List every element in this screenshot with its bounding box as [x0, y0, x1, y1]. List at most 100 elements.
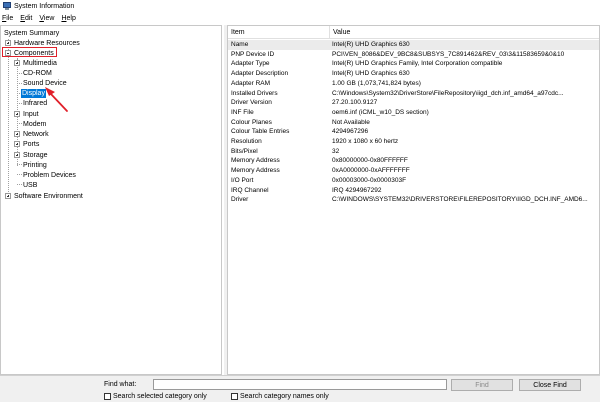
tree-item-ports[interactable]: Ports: [14, 139, 40, 149]
tree-item-problem-devices[interactable]: Problem Devices: [22, 170, 77, 180]
search-names-option[interactable]: Search category names only: [231, 393, 329, 400]
item-cell: Adapter Description: [231, 70, 289, 78]
item-cell: Colour Table Entries: [231, 128, 290, 136]
tree-item-label: Problem Devices: [23, 171, 76, 179]
tree-item-label: Modem: [23, 120, 47, 128]
menu-help[interactable]: Help: [61, 15, 75, 22]
item-cell: I/O Port: [231, 176, 254, 184]
value-cell: 1920 x 1080 x 60 hertz: [332, 138, 399, 145]
tree-item-label: CD-ROM: [23, 69, 52, 77]
tree-item-label: Infrared: [23, 99, 48, 107]
item-cell: Adapter Type: [231, 60, 270, 68]
value-cell: Intel(R) UHD Graphics Family, Intel Corp…: [332, 60, 503, 68]
item-cell: Driver Version: [231, 99, 272, 107]
tree-item-printing[interactable]: Printing: [22, 160, 48, 170]
expand-icon[interactable]: [14, 141, 20, 147]
highlight-box: [2, 47, 57, 57]
tree-connector: [8, 39, 9, 196]
search-selected-checkbox[interactable]: [104, 393, 111, 400]
item-cell: Adapter RAM: [231, 79, 271, 87]
tree-item-infrared[interactable]: Infrared: [22, 98, 48, 108]
tree-item-network[interactable]: Network: [14, 129, 50, 139]
tree-item-label: USB: [23, 181, 38, 189]
search-names-label: Search category names only: [240, 393, 329, 400]
menu-edit[interactable]: Edit: [20, 15, 32, 22]
table-row[interactable]: Memory Address 0xA0000000-0xAFFFFFFF: [228, 166, 599, 176]
tree-item-label: Printing: [23, 161, 47, 169]
value-cell: 0x00003000-0x0000303F: [332, 176, 407, 184]
tree-item-modem[interactable]: Modem: [22, 119, 47, 129]
table-row[interactable]: Installed Drivers C:\Windows\System32\Dri…: [228, 89, 599, 99]
value-cell: C:\Windows\System32\DriverStore\FileRepo…: [332, 89, 564, 97]
value-cell: 32: [332, 147, 340, 155]
tree-item-usb[interactable]: USB: [22, 180, 38, 190]
tree-item-multimedia[interactable]: Multimedia: [14, 58, 58, 68]
tree-item-label: Network: [23, 130, 49, 138]
close-find-button[interactable]: Close Find: [519, 379, 581, 391]
expand-icon[interactable]: [14, 60, 20, 66]
table-row[interactable]: PNP Device ID PCI\VEN_8086&DEV_9BC8&SUBSY…: [228, 50, 599, 60]
tree-item-label: Ports: [23, 140, 40, 148]
menu-bar: File Edit View Help: [0, 13, 600, 24]
table-row[interactable]: Driver C:\WINDOWS\SYSTEM32\DRIVERSTORE\FI…: [228, 195, 599, 205]
value-cell: Intel(R) UHD Graphics 630: [332, 41, 410, 48]
table-row[interactable]: Memory Address 0x80000000-0x80FFFFFF: [228, 156, 599, 166]
table-row[interactable]: Name Intel(R) UHD Graphics 630: [228, 40, 599, 50]
expand-icon[interactable]: [5, 40, 11, 46]
column-header-item[interactable]: Item: [228, 26, 330, 39]
table-row[interactable]: Adapter Type Intel(R) UHD Graphics Family…: [228, 59, 599, 69]
value-cell: Not Available: [332, 118, 370, 126]
tree-item-label: Sound Device: [23, 79, 67, 87]
item-cell: Memory Address: [231, 167, 280, 175]
value-cell: Intel(R) UHD Graphics 630: [332, 70, 410, 78]
find-what-input[interactable]: [153, 379, 447, 390]
tree-item-label: Display: [21, 88, 46, 98]
item-cell: Driver: [231, 196, 249, 204]
table-row[interactable]: IRQ Channel IRQ 4294967292: [228, 186, 599, 196]
expand-icon[interactable]: [14, 111, 20, 117]
category-tree[interactable]: System Summary Hardware Resources Compon…: [0, 25, 222, 375]
table-row[interactable]: Resolution 1920 x 1080 x 60 hertz: [228, 137, 599, 147]
item-cell: Installed Drivers: [231, 89, 278, 97]
tree-item-cdrom[interactable]: CD-ROM: [22, 68, 53, 78]
tree-item-input[interactable]: Input: [14, 109, 40, 119]
value-cell: IRQ 4294967292: [332, 186, 382, 194]
expand-icon[interactable]: [5, 193, 11, 199]
find-button[interactable]: Find: [451, 379, 513, 391]
tree-item-sound-device[interactable]: Sound Device: [22, 78, 68, 88]
tree-item-label: Software Environment: [14, 192, 83, 200]
system-information-icon: [3, 2, 11, 10]
column-header-value[interactable]: Value: [330, 26, 599, 39]
value-cell: 4294967296: [332, 128, 369, 136]
table-row[interactable]: Adapter RAM 1.00 GB (1,073,741,824 bytes): [228, 79, 599, 89]
table-row[interactable]: Colour Planes Not Available: [228, 118, 599, 128]
tree-item-software-environment[interactable]: Software Environment: [5, 191, 84, 201]
table-row[interactable]: Bits/Pixel 32: [228, 147, 599, 157]
expand-icon[interactable]: [14, 131, 20, 137]
menu-view[interactable]: View: [39, 15, 54, 22]
item-cell: PNP Device ID: [231, 50, 275, 58]
tree-item-display[interactable]: Display: [21, 88, 46, 98]
search-names-checkbox[interactable]: [231, 393, 238, 400]
value-cell: C:\WINDOWS\SYSTEM32\DRIVERSTORE\FILEREPO…: [332, 196, 588, 204]
table-row[interactable]: Adapter Description Intel(R) UHD Graphics…: [228, 69, 599, 79]
tree-item-label: Input: [23, 110, 39, 118]
tree-item-label: System Summary: [4, 29, 60, 37]
menu-file[interactable]: File: [2, 15, 13, 22]
item-cell: Colour Planes: [231, 118, 272, 126]
item-cell: Bits/Pixel: [231, 147, 258, 155]
tree-item-system-summary[interactable]: System Summary: [3, 28, 60, 38]
table-row[interactable]: Colour Table Entries 4294967296: [228, 127, 599, 137]
tree-item-label: Multimedia: [23, 59, 57, 67]
value-cell: 0x80000000-0x80FFFFFF: [332, 157, 408, 165]
find-bar: Find what: Find Close Find Search select…: [0, 375, 600, 402]
tree-item-storage[interactable]: Storage: [14, 150, 49, 160]
table-row[interactable]: I/O Port 0x00003000-0x0000303F: [228, 176, 599, 186]
item-cell: Resolution: [231, 138, 262, 145]
table-row[interactable]: INF File oem6.inf (iCML_w10_DS section): [228, 108, 599, 118]
value-cell: 1.00 GB (1,073,741,824 bytes): [332, 79, 421, 87]
search-selected-option[interactable]: Search selected category only: [104, 393, 207, 400]
table-row[interactable]: Driver Version 27.20.100.9127: [228, 98, 599, 108]
expand-icon[interactable]: [14, 152, 20, 158]
details-list[interactable]: Item Value Name Intel(R) UHD Graphics 630…: [227, 25, 600, 375]
